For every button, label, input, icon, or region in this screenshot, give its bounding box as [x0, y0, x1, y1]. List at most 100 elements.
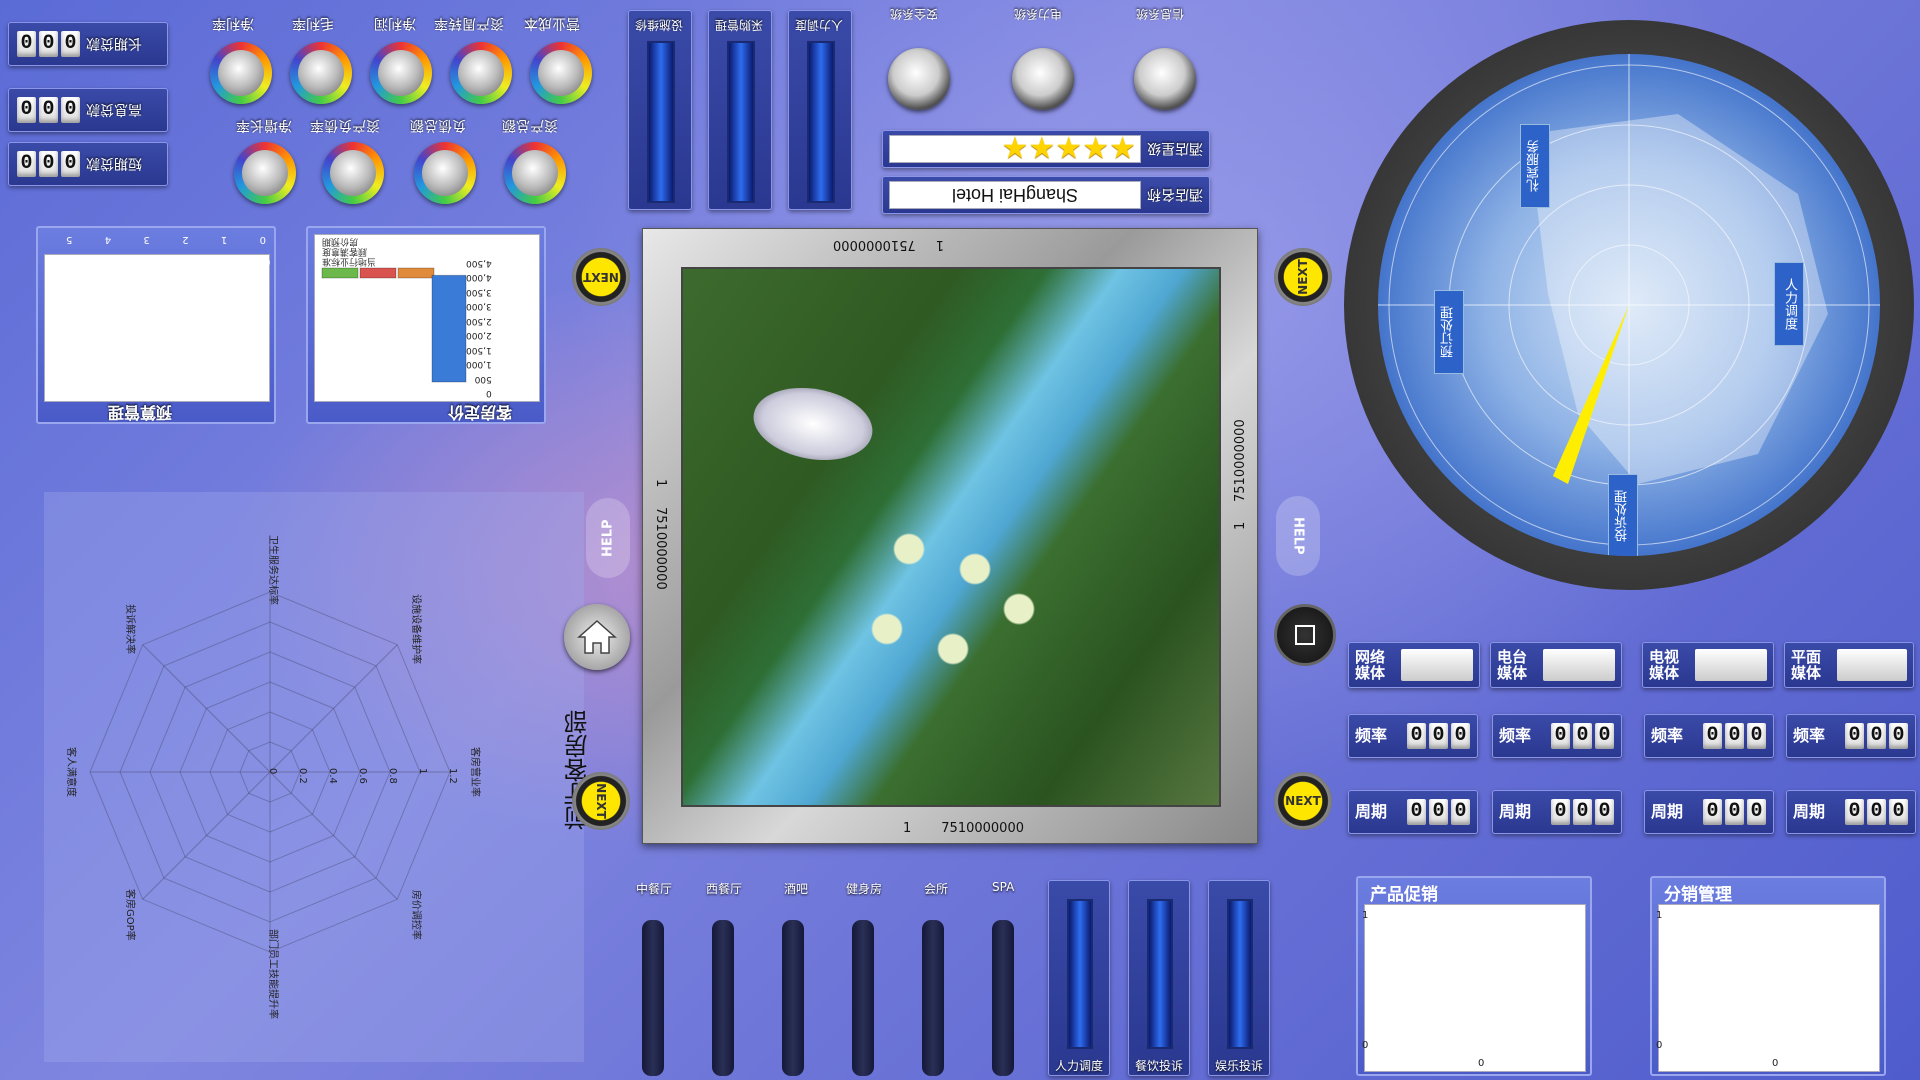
period-label: 周期 [1651, 802, 1684, 821]
gross-margin-knob[interactable] [290, 42, 352, 104]
ytick: 0 [486, 388, 492, 398]
sector-concierge[interactable]: 礼宾服务 [1520, 124, 1550, 208]
tick: 0 [259, 234, 266, 245]
photo-id: 1 [935, 237, 944, 252]
sector-complaint[interactable]: 投诉处理 [1608, 474, 1638, 556]
info-dial[interactable] [1134, 48, 1196, 110]
counter-label: 高息贷款 [86, 101, 142, 117]
freq-tv[interactable]: 频率 0 0 0 [1644, 714, 1774, 758]
digit: 0 [1429, 799, 1448, 825]
knob-label: 净利润 [374, 15, 416, 31]
next-button-right-bottom[interactable]: NEXT [1274, 772, 1332, 830]
period-internet[interactable]: 周期 0 0 0 [1348, 790, 1478, 834]
procurement-bar[interactable] [727, 41, 755, 203]
vbar-panel-maintenance: 设施维修 [628, 10, 692, 210]
distribution-title: 分销管理 [1664, 885, 1732, 905]
media-tv[interactable]: 电视媒体 [1642, 642, 1774, 688]
ytick: 500 [474, 373, 492, 384]
hotel-rating-label: 酒店星级 [1147, 140, 1203, 156]
period-tv[interactable]: 周期 0 0 0 [1644, 790, 1774, 834]
white-roof [747, 379, 879, 469]
promo-y1: 1 [1362, 910, 1369, 921]
media-radio[interactable]: 电台媒体 [1490, 642, 1622, 688]
debt-ratio-knob[interactable] [322, 142, 384, 204]
dining-complaint-bar[interactable] [1147, 899, 1173, 1049]
digit: 0 [1747, 723, 1766, 749]
hotel-name-field[interactable]: ShangHai Hotel [889, 181, 1141, 209]
bar-slider[interactable] [782, 920, 804, 1076]
pricing-bar [359, 267, 397, 279]
hr-dispatch-bar[interactable] [1067, 899, 1093, 1049]
photo-money: 7510000000 [653, 507, 668, 590]
digit: 0 [1889, 723, 1908, 749]
digit: 0 [1407, 799, 1426, 825]
gym-slider[interactable] [852, 920, 874, 1076]
vbar-label: 设施维修 [635, 18, 684, 32]
chinese-restaurant-slider[interactable] [642, 920, 664, 1076]
net-profit-knob[interactable] [370, 42, 432, 104]
digit: 0 [39, 31, 58, 57]
digit: 0 [61, 97, 80, 123]
power-dial[interactable] [1012, 48, 1074, 110]
stop-button[interactable] [1274, 604, 1336, 666]
radar-chart: 卫生服务达标率设施设备维护率客房营业率房价调控率部门员工技能提升率 客房GOP率 客… [65, 535, 482, 1019]
entertainment-complaint-bar[interactable] [1227, 899, 1253, 1049]
next-button-right-top[interactable]: NEXT [1274, 248, 1332, 306]
digit: 0 [1451, 799, 1470, 825]
tick: 4 [104, 234, 112, 245]
freq-digits: 000 [1407, 723, 1470, 749]
star-rating[interactable]: ★★★★★ [889, 134, 1141, 164]
budget-panel: 0 1 2 3 4 5 0 1 预算管理 [36, 226, 276, 424]
knob-label: 资产周转率 [434, 15, 504, 31]
sector-reservation[interactable]: 预订处理 [1434, 290, 1464, 374]
pricing-bar [431, 274, 467, 383]
facility-row: 中餐厅 西餐厅 酒吧 健身房 会所 SPA [628, 880, 1048, 1076]
home-button[interactable] [564, 604, 630, 670]
total-liabilities-knob[interactable] [414, 142, 476, 204]
vbar-label: 人力调度 [795, 18, 844, 32]
help-button-right[interactable]: HELP [1276, 496, 1320, 576]
freq-label: 频率 [1355, 726, 1388, 745]
counter-digits: 000 [17, 151, 80, 177]
budget-title: 预算管理 [108, 403, 173, 422]
next-button[interactable]: NEXT [572, 248, 630, 306]
freq-print[interactable]: 频率 0 0 0 [1786, 714, 1916, 758]
hr-bar[interactable] [807, 41, 835, 203]
sector-hr[interactable]: 人力调度 [1774, 262, 1804, 346]
security-dial[interactable] [888, 48, 950, 110]
club-slider[interactable] [922, 920, 944, 1076]
facility-label: 中餐厅 [636, 882, 673, 896]
media-internet[interactable]: 网络媒体 [1348, 642, 1480, 688]
facility-label: 酒吧 [784, 882, 809, 896]
period-print[interactable]: 周期 0 0 0 [1786, 790, 1916, 834]
radar-spoke [142, 644, 271, 773]
period-digits: 000 [1551, 799, 1614, 825]
freq-label: 频率 [1793, 726, 1826, 745]
next-button-left-bottom[interactable]: NEXT [572, 772, 630, 830]
pricing-bar [397, 267, 435, 279]
net-margin-knob[interactable] [210, 42, 272, 104]
villa-cluster [843, 489, 1063, 689]
help-button[interactable]: HELP [586, 498, 630, 578]
media-label: 电视媒体 [1649, 648, 1680, 682]
pricing-legend: 当地行业标准 顾客满意度 房价预期 [322, 236, 472, 266]
period-radio[interactable]: 周期 0 0 0 [1492, 790, 1622, 834]
net-growth-knob[interactable] [234, 142, 296, 204]
legend-item: 房价预期 [322, 236, 359, 246]
radar-r-tick: 0.6 [357, 768, 368, 784]
spa-slider[interactable] [992, 920, 1014, 1076]
photo-id: 1 [903, 821, 912, 836]
freq-radio[interactable]: 频率 0 0 0 [1492, 714, 1622, 758]
pricing-bar [321, 267, 359, 279]
knob-label: 资产负债率 [310, 117, 380, 133]
operating-cost-knob[interactable] [530, 42, 592, 104]
freq-internet[interactable]: 频率 0 0 0 [1348, 714, 1478, 758]
maintenance-bar[interactable] [647, 41, 675, 203]
asset-turnover-knob[interactable] [450, 42, 512, 104]
media-print[interactable]: 平面媒体 [1784, 642, 1914, 688]
digit: 0 [1845, 723, 1864, 749]
media-screen [1695, 649, 1767, 681]
western-restaurant-slider[interactable] [712, 920, 734, 1076]
total-assets-knob[interactable] [504, 142, 566, 204]
photo-money: 7510000000 [833, 237, 916, 252]
